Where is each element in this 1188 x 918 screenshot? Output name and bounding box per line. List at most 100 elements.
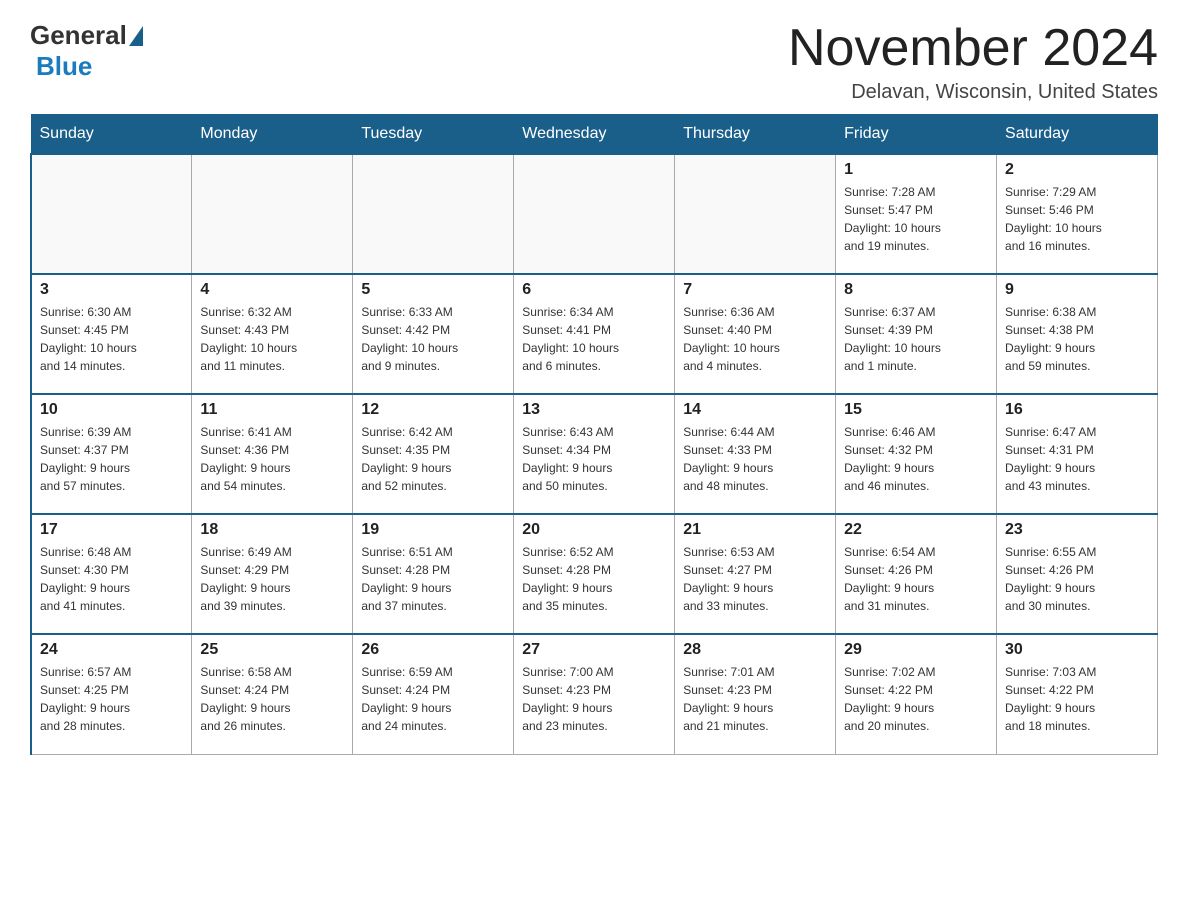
calendar-day-cell: 24 Sunrise: 6:57 AM Sunset: 4:25 PM Dayli… <box>31 634 192 754</box>
day-number: 7 <box>683 281 827 299</box>
day-number: 20 <box>522 521 666 539</box>
calendar-day-cell: 17 Sunrise: 6:48 AM Sunset: 4:30 PM Dayli… <box>31 514 192 634</box>
calendar-day-cell: 10 Sunrise: 6:39 AM Sunset: 4:37 PM Dayli… <box>31 394 192 514</box>
day-number: 25 <box>200 641 344 659</box>
day-number: 21 <box>683 521 827 539</box>
calendar-day-cell: 20 Sunrise: 6:52 AM Sunset: 4:28 PM Dayli… <box>514 514 675 634</box>
calendar-day-cell: 5 Sunrise: 6:33 AM Sunset: 4:42 PM Daylig… <box>353 274 514 394</box>
day-number: 24 <box>40 641 183 659</box>
calendar-day-cell: 6 Sunrise: 6:34 AM Sunset: 4:41 PM Daylig… <box>514 274 675 394</box>
calendar-day-cell: 3 Sunrise: 6:30 AM Sunset: 4:45 PM Daylig… <box>31 274 192 394</box>
day-info: Sunrise: 6:39 AM Sunset: 4:37 PM Dayligh… <box>40 423 183 495</box>
day-info: Sunrise: 7:28 AM Sunset: 5:47 PM Dayligh… <box>844 183 988 255</box>
calendar-week-row: 24 Sunrise: 6:57 AM Sunset: 4:25 PM Dayli… <box>31 634 1158 754</box>
logo-general-text: General <box>30 20 127 51</box>
calendar-day-cell: 18 Sunrise: 6:49 AM Sunset: 4:29 PM Dayli… <box>192 514 353 634</box>
calendar-day-header: Thursday <box>675 115 836 155</box>
calendar-header-row: SundayMondayTuesdayWednesdayThursdayFrid… <box>31 115 1158 155</box>
day-info: Sunrise: 6:51 AM Sunset: 4:28 PM Dayligh… <box>361 543 505 615</box>
day-number: 16 <box>1005 401 1149 419</box>
calendar-day-cell <box>31 154 192 274</box>
day-info: Sunrise: 6:46 AM Sunset: 4:32 PM Dayligh… <box>844 423 988 495</box>
title-section: November 2024 Delavan, Wisconsin, United… <box>788 20 1158 104</box>
day-info: Sunrise: 6:42 AM Sunset: 4:35 PM Dayligh… <box>361 423 505 495</box>
calendar-day-cell: 22 Sunrise: 6:54 AM Sunset: 4:26 PM Dayli… <box>836 514 997 634</box>
month-title: November 2024 <box>788 20 1158 77</box>
calendar-table: SundayMondayTuesdayWednesdayThursdayFrid… <box>30 114 1158 755</box>
day-info: Sunrise: 6:59 AM Sunset: 4:24 PM Dayligh… <box>361 663 505 735</box>
calendar-day-cell: 7Sunrise: 6:36 AM Sunset: 4:40 PM Daylig… <box>675 274 836 394</box>
day-info: Sunrise: 6:30 AM Sunset: 4:45 PM Dayligh… <box>40 303 183 375</box>
calendar-day-header: Monday <box>192 115 353 155</box>
day-info: Sunrise: 7:02 AM Sunset: 4:22 PM Dayligh… <box>844 663 988 735</box>
day-number: 18 <box>200 521 344 539</box>
calendar-week-row: 3 Sunrise: 6:30 AM Sunset: 4:45 PM Daylig… <box>31 274 1158 394</box>
calendar-day-cell: 21 Sunrise: 6:53 AM Sunset: 4:27 PM Dayli… <box>675 514 836 634</box>
logo: General Blue <box>30 20 145 82</box>
day-number: 17 <box>40 521 183 539</box>
day-number: 3 <box>40 281 183 299</box>
day-number: 22 <box>844 521 988 539</box>
day-number: 27 <box>522 641 666 659</box>
day-number: 11 <box>200 401 344 419</box>
calendar-day-cell: 14 Sunrise: 6:44 AM Sunset: 4:33 PM Dayli… <box>675 394 836 514</box>
day-info: Sunrise: 7:29 AM Sunset: 5:46 PM Dayligh… <box>1005 183 1149 255</box>
calendar-day-cell: 11Sunrise: 6:41 AM Sunset: 4:36 PM Dayli… <box>192 394 353 514</box>
day-number: 4 <box>200 281 344 299</box>
day-info: Sunrise: 6:55 AM Sunset: 4:26 PM Dayligh… <box>1005 543 1149 615</box>
calendar-day-header: Friday <box>836 115 997 155</box>
day-info: Sunrise: 6:54 AM Sunset: 4:26 PM Dayligh… <box>844 543 988 615</box>
calendar-day-cell: 13 Sunrise: 6:43 AM Sunset: 4:34 PM Dayli… <box>514 394 675 514</box>
day-number: 15 <box>844 401 988 419</box>
day-number: 28 <box>683 641 827 659</box>
day-info: Sunrise: 6:49 AM Sunset: 4:29 PM Dayligh… <box>200 543 344 615</box>
calendar-day-cell: 30Sunrise: 7:03 AM Sunset: 4:22 PM Dayli… <box>997 634 1158 754</box>
day-info: Sunrise: 6:52 AM Sunset: 4:28 PM Dayligh… <box>522 543 666 615</box>
day-info: Sunrise: 7:00 AM Sunset: 4:23 PM Dayligh… <box>522 663 666 735</box>
day-info: Sunrise: 6:48 AM Sunset: 4:30 PM Dayligh… <box>40 543 183 615</box>
calendar-day-cell: 27 Sunrise: 7:00 AM Sunset: 4:23 PM Dayli… <box>514 634 675 754</box>
day-number: 1 <box>844 161 988 179</box>
calendar-day-cell: 26Sunrise: 6:59 AM Sunset: 4:24 PM Dayli… <box>353 634 514 754</box>
calendar-day-cell: 23 Sunrise: 6:55 AM Sunset: 4:26 PM Dayli… <box>997 514 1158 634</box>
calendar-day-cell <box>514 154 675 274</box>
calendar-day-cell: 12 Sunrise: 6:42 AM Sunset: 4:35 PM Dayli… <box>353 394 514 514</box>
day-number: 8 <box>844 281 988 299</box>
day-info: Sunrise: 6:32 AM Sunset: 4:43 PM Dayligh… <box>200 303 344 375</box>
day-number: 13 <box>522 401 666 419</box>
calendar-day-cell: 8 Sunrise: 6:37 AM Sunset: 4:39 PM Daylig… <box>836 274 997 394</box>
day-info: Sunrise: 6:57 AM Sunset: 4:25 PM Dayligh… <box>40 663 183 735</box>
calendar-day-cell: 2Sunrise: 7:29 AM Sunset: 5:46 PM Daylig… <box>997 154 1158 274</box>
day-info: Sunrise: 6:43 AM Sunset: 4:34 PM Dayligh… <box>522 423 666 495</box>
day-info: Sunrise: 6:53 AM Sunset: 4:27 PM Dayligh… <box>683 543 827 615</box>
day-info: Sunrise: 7:01 AM Sunset: 4:23 PM Dayligh… <box>683 663 827 735</box>
calendar-day-header: Tuesday <box>353 115 514 155</box>
calendar-day-cell <box>675 154 836 274</box>
calendar-day-cell: 4 Sunrise: 6:32 AM Sunset: 4:43 PM Daylig… <box>192 274 353 394</box>
calendar-day-cell: 28 Sunrise: 7:01 AM Sunset: 4:23 PM Dayli… <box>675 634 836 754</box>
day-number: 12 <box>361 401 505 419</box>
day-number: 6 <box>522 281 666 299</box>
day-info: Sunrise: 7:03 AM Sunset: 4:22 PM Dayligh… <box>1005 663 1149 735</box>
calendar-week-row: 17 Sunrise: 6:48 AM Sunset: 4:30 PM Dayli… <box>31 514 1158 634</box>
day-info: Sunrise: 6:37 AM Sunset: 4:39 PM Dayligh… <box>844 303 988 375</box>
calendar-day-cell: 9Sunrise: 6:38 AM Sunset: 4:38 PM Daylig… <box>997 274 1158 394</box>
logo-blue-text: Blue <box>36 51 92 81</box>
day-number: 5 <box>361 281 505 299</box>
day-info: Sunrise: 6:33 AM Sunset: 4:42 PM Dayligh… <box>361 303 505 375</box>
calendar-day-cell: 15 Sunrise: 6:46 AM Sunset: 4:32 PM Dayli… <box>836 394 997 514</box>
day-info: Sunrise: 6:47 AM Sunset: 4:31 PM Dayligh… <box>1005 423 1149 495</box>
day-number: 14 <box>683 401 827 419</box>
day-number: 29 <box>844 641 988 659</box>
day-number: 10 <box>40 401 183 419</box>
calendar-day-cell <box>192 154 353 274</box>
calendar-day-header: Wednesday <box>514 115 675 155</box>
calendar-week-row: 1 Sunrise: 7:28 AM Sunset: 5:47 PM Daylig… <box>31 154 1158 274</box>
calendar-day-cell <box>353 154 514 274</box>
calendar-day-header: Sunday <box>31 115 192 155</box>
calendar-day-cell: 25Sunrise: 6:58 AM Sunset: 4:24 PM Dayli… <box>192 634 353 754</box>
calendar-day-cell: 1 Sunrise: 7:28 AM Sunset: 5:47 PM Daylig… <box>836 154 997 274</box>
day-info: Sunrise: 6:44 AM Sunset: 4:33 PM Dayligh… <box>683 423 827 495</box>
day-info: Sunrise: 6:34 AM Sunset: 4:41 PM Dayligh… <box>522 303 666 375</box>
day-number: 23 <box>1005 521 1149 539</box>
